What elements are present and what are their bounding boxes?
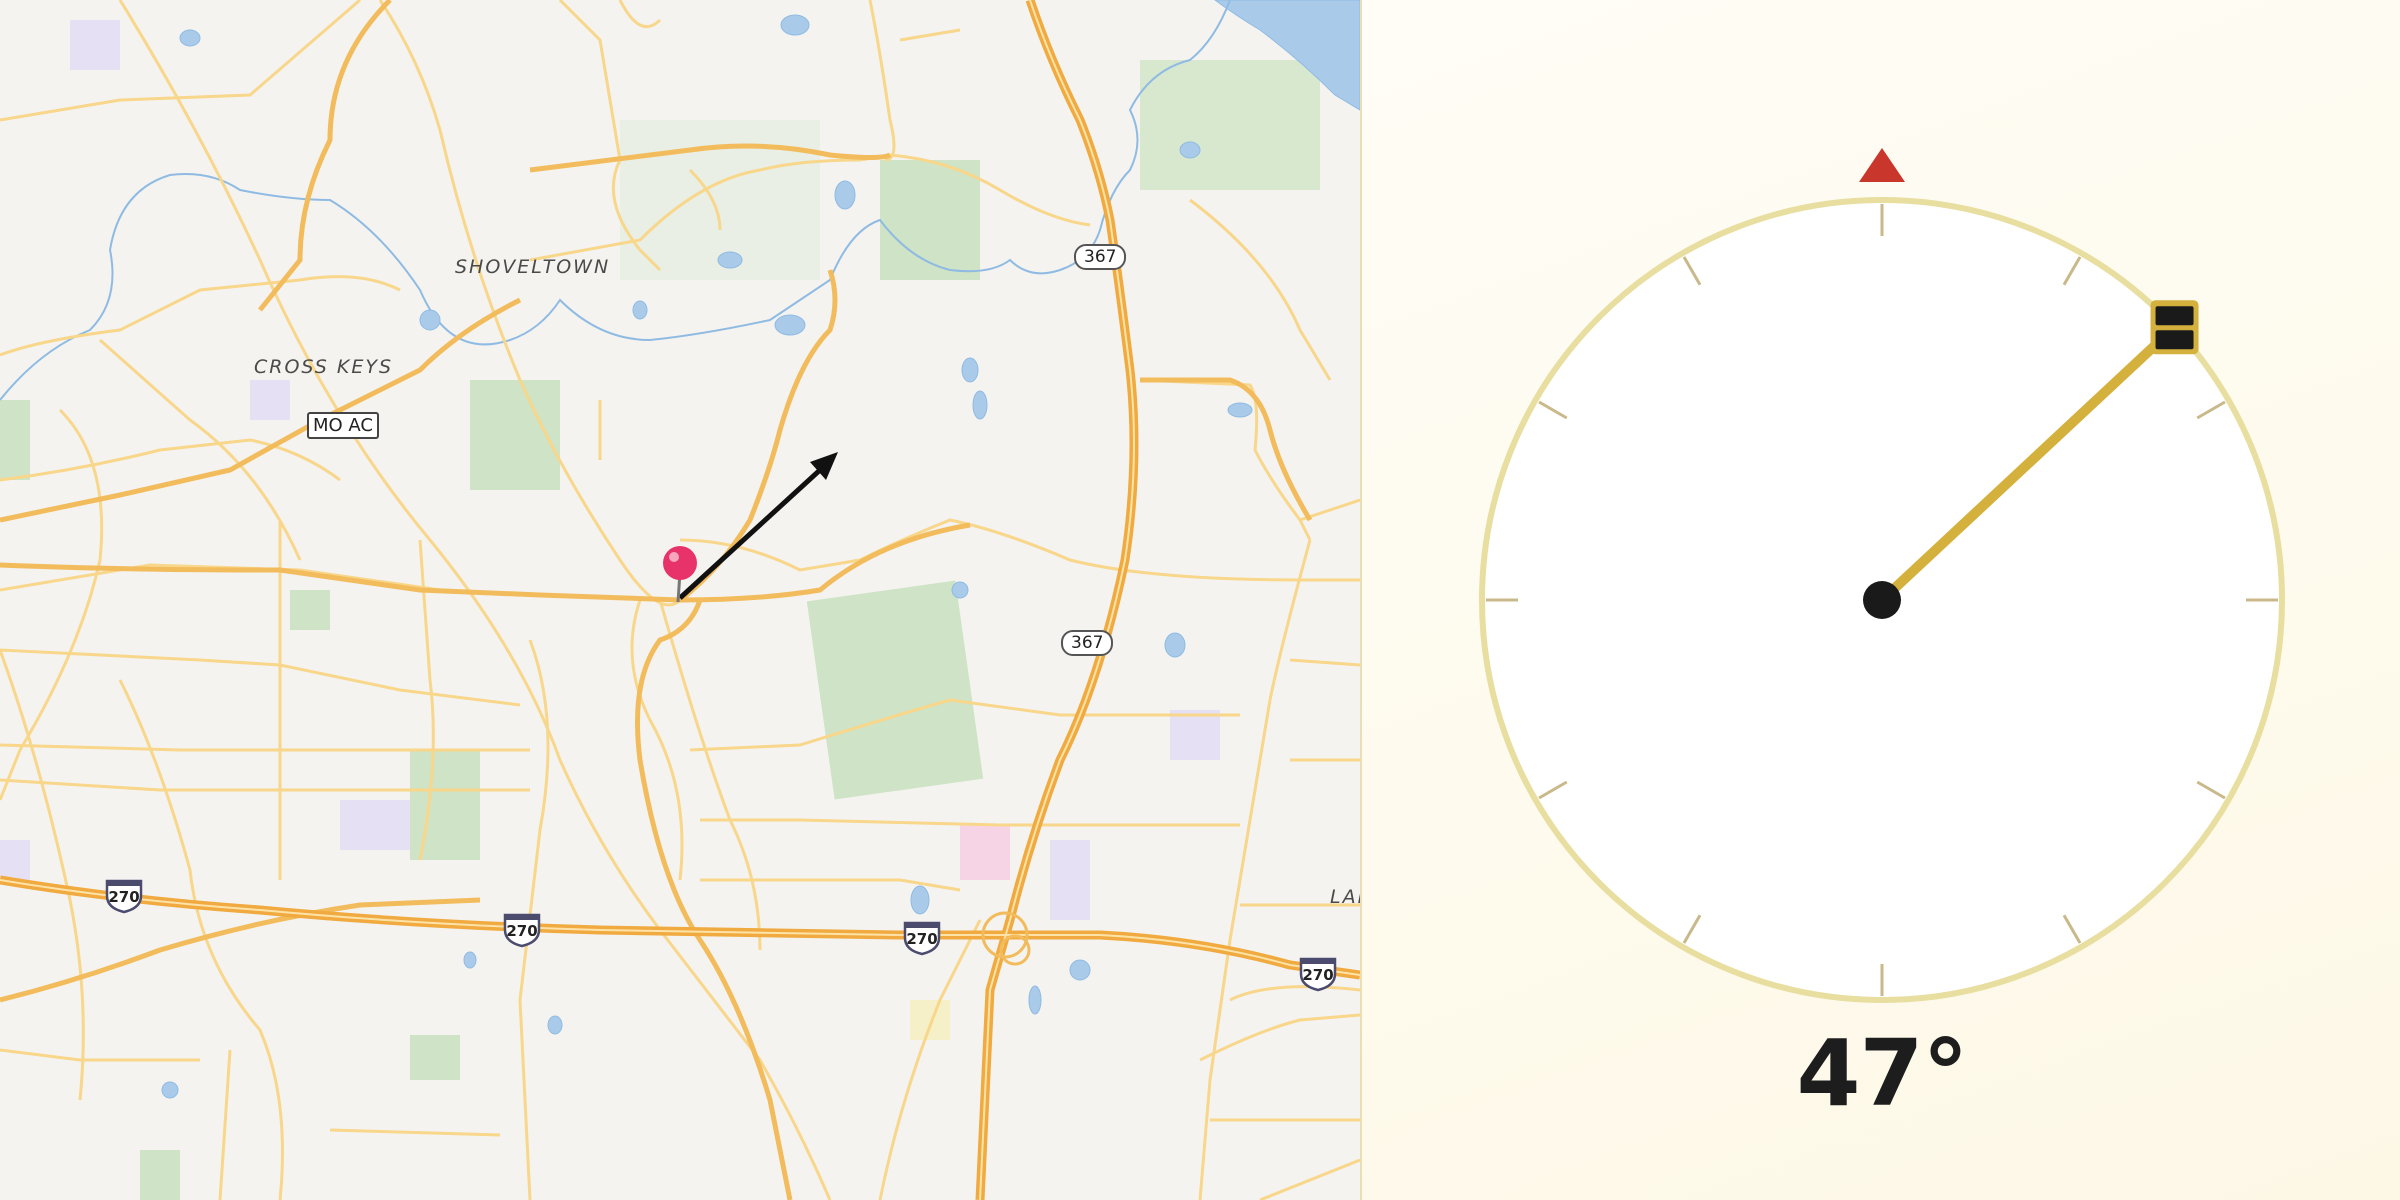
interstate-shield-270-a: 270 <box>104 878 144 914</box>
dial-drag-handle[interactable] <box>2150 300 2199 355</box>
interstate-shield-270-d: 270 <box>1298 956 1338 992</box>
place-label-cross-keys: CROSS KEYS <box>254 356 394 378</box>
interstate-shield-label: 270 <box>506 922 538 940</box>
place-label-shoveltown: SHOVELTOWN <box>455 256 611 278</box>
route-shield-367-south: 367 <box>1061 630 1114 656</box>
north-triangle-icon <box>1859 148 1905 182</box>
map-view[interactable]: SHOVELTOWN CROSS KEYS LAR MO AC 367 367 … <box>0 0 1360 1200</box>
interstate-shield-270-c: 270 <box>902 920 942 956</box>
interstate-shield-270-b: 270 <box>502 912 542 948</box>
interstate-shield-label: 270 <box>1302 966 1334 984</box>
bearing-arrow-icon <box>678 452 838 600</box>
land-use-areas <box>0 20 1320 1200</box>
dial-center-hub <box>1863 581 1901 619</box>
route-shield-367-north: 367 <box>1074 244 1127 270</box>
map-canvas <box>0 0 1360 1200</box>
bearing-angle-readout: 47° <box>1796 1020 1968 1127</box>
interstate-shield-label: 270 <box>906 930 938 948</box>
route-label-mo-ac: MO AC <box>307 412 379 439</box>
place-label-lar: LAR <box>1330 886 1360 908</box>
interstate-shield-label: 270 <box>108 888 140 906</box>
